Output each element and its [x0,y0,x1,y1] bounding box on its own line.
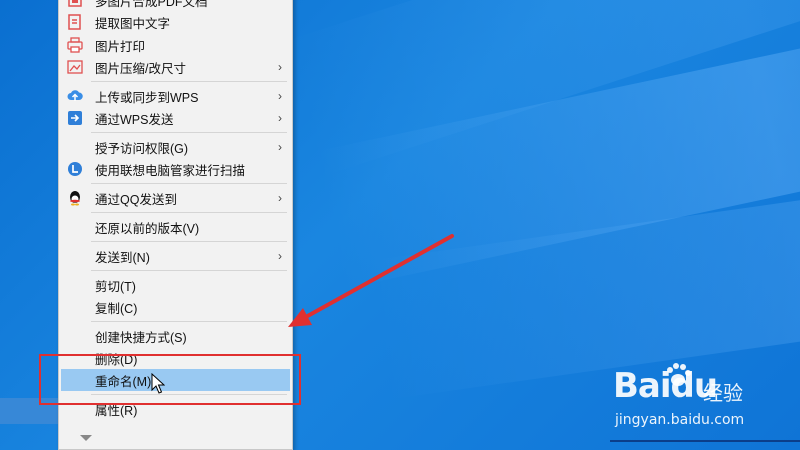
paw-icon [667,363,691,386]
watermark-url: jingyan.baidu.com [615,412,745,428]
mouse-cursor-icon [151,373,165,394]
watermark-product: 经验 [703,381,743,405]
baidu-jingyan-watermark: Baidu 经验 jingyan.baidu.com [613,360,793,435]
